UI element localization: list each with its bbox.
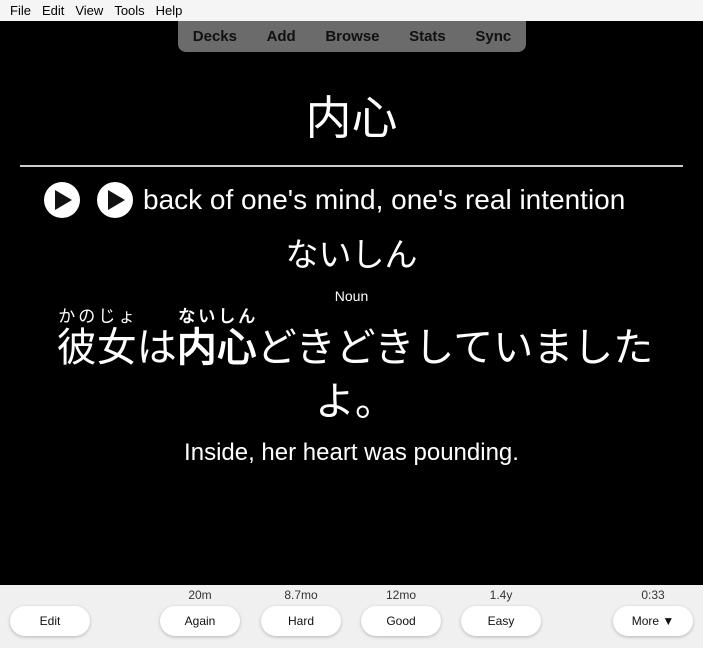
menu-tools[interactable]: Tools (114, 3, 144, 18)
card-reading: ないしん (285, 235, 418, 274)
easy-interval: 1.4y (489, 588, 513, 602)
sentence-rest: どきどきしていましたよ。 (256, 325, 654, 425)
answer-divider (20, 165, 683, 167)
sentence-translation: Inside, her heart was pounding. (184, 439, 519, 466)
hard-interval: 8.7mo (284, 588, 318, 602)
tab-decks[interactable]: Decks (193, 28, 237, 45)
menu-view[interactable]: View (75, 3, 103, 18)
ruby-target-word: 内心ないしん (176, 307, 257, 371)
good-interval: 12mo (385, 588, 417, 602)
hard-button[interactable]: Hard (261, 606, 341, 636)
answer-bar: Edit 20m Again 8.7mo Hard 12mo Good 1.4y… (0, 585, 703, 648)
review-timer: 0:33 (641, 588, 665, 602)
tab-browse[interactable]: Browse (325, 28, 379, 45)
example-sentence: 彼女かのじょは内心ないしんどきどきしていましたよ。 (50, 307, 660, 429)
tab-add[interactable]: Add (267, 28, 296, 45)
sentence-target-word: 内心 (176, 325, 257, 371)
tab-stats[interactable]: Stats (409, 28, 446, 45)
easy-button[interactable]: Easy (461, 606, 541, 636)
sentence-particle: は (136, 325, 177, 371)
part-of-speech: Noun (334, 288, 369, 304)
furigana: ないしん (176, 307, 257, 327)
play-audio-icon[interactable] (44, 182, 80, 218)
play-audio-icon[interactable] (97, 182, 133, 218)
card-front-word: 内心 (305, 91, 398, 145)
menu-help[interactable]: Help (156, 3, 183, 18)
ruby-word: 彼女かのじょ (56, 307, 137, 371)
again-button[interactable]: Again (160, 606, 240, 636)
menu-edit[interactable]: Edit (42, 3, 64, 18)
top-toolbar: Decks Add Browse Stats Sync (178, 21, 526, 52)
sentence-word: 彼女 (56, 325, 137, 371)
edit-button[interactable]: Edit (10, 606, 90, 636)
furigana: かのじょ (56, 307, 137, 327)
more-button[interactable]: More ▼ (613, 606, 693, 636)
good-button[interactable]: Good (361, 606, 441, 636)
again-interval: 20m (188, 588, 212, 602)
card-area: 内心 back of one's mind, one's real intent… (0, 52, 703, 585)
card-meaning: back of one's mind, one's real intention (143, 184, 626, 215)
menu-bar: File Edit View Tools Help (0, 0, 703, 21)
tab-sync[interactable]: Sync (475, 28, 511, 45)
menu-file[interactable]: File (10, 3, 31, 18)
meaning-row: back of one's mind, one's real intention (44, 180, 625, 220)
